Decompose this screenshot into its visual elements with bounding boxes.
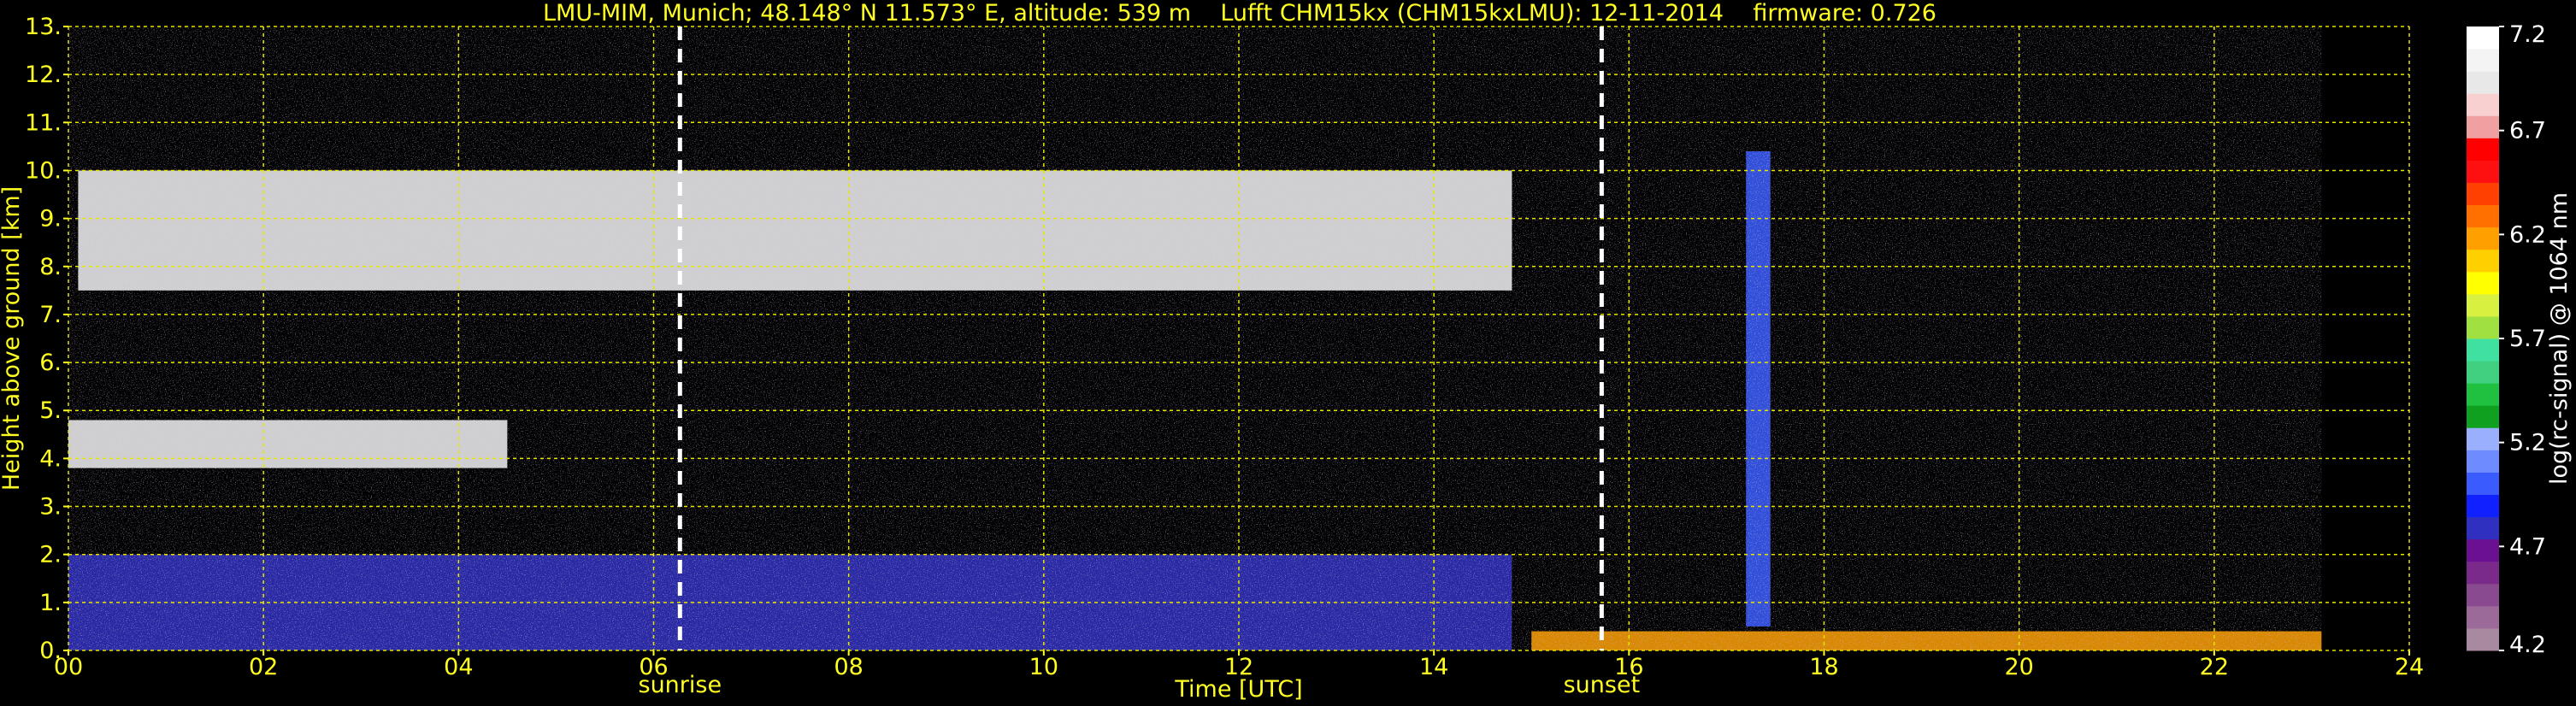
plot-area: [68, 26, 2410, 651]
lidar-chart: LMU-MIM, Munich; 48.148° N 11.573° E, al…: [0, 0, 2573, 703]
y-tick-label: 8.: [39, 254, 62, 280]
colorbar-segment: [2467, 249, 2499, 273]
colorbar: [2467, 26, 2499, 651]
colorbar-segment: [2467, 583, 2499, 607]
y-tick-label: 3.: [39, 494, 62, 521]
colorbar-segment: [2467, 227, 2499, 250]
y-tick-label: 0.: [39, 638, 62, 664]
colorbar-segment: [2467, 361, 2499, 384]
y-tick-label: 5.: [39, 397, 62, 424]
y-tick-label: 9.: [39, 206, 62, 232]
x-tick-label: 20: [2004, 654, 2033, 680]
colorbar-tick-label: 7.2: [2509, 21, 2546, 48]
colorbar-segment: [2467, 494, 2499, 518]
x-tick-label: 02: [249, 654, 278, 680]
x-tick-label: 10: [1029, 654, 1058, 680]
noise-overlay: [68, 26, 2322, 650]
colorbar-segment: [2467, 450, 2499, 473]
chart-title: LMU-MIM, Munich; 48.148° N 11.573° E, al…: [543, 0, 1936, 26]
colorbar-segment: [2467, 516, 2499, 540]
colorbar-segment: [2467, 427, 2499, 450]
colorbar-tick-label: 5.2: [2509, 430, 2546, 456]
event-label-sunset: sunset: [1564, 672, 1641, 698]
colorbar-segment: [2467, 605, 2499, 629]
x-tick-label: 14: [1419, 654, 1448, 680]
colorbar-segment: [2467, 338, 2499, 362]
colorbar-segment: [2467, 405, 2499, 428]
colorbar-segment: [2467, 293, 2499, 317]
y-axis-label: Height above ground [km]: [0, 186, 25, 491]
x-tick-label: 04: [444, 654, 473, 680]
colorbar-segment: [2467, 561, 2499, 585]
colorbar-segment: [2467, 204, 2499, 228]
y-tick-label: 6.: [39, 350, 62, 376]
colorbar-segment: [2467, 26, 2499, 50]
x-axis-label: Time [UTC]: [1174, 676, 1302, 703]
colorbar-segment: [2467, 627, 2499, 651]
colorbar-tick-label: 4.2: [2509, 632, 2546, 658]
x-tick-label: 22: [2200, 654, 2229, 680]
x-tick-label: 24: [2395, 654, 2424, 680]
colorbar-ticks: 4.2 4.7 5.2 5.7 6.2 6.7 7.2: [2499, 21, 2546, 658]
colorbar-segment: [2467, 115, 2499, 138]
y-tick-label: 7.: [39, 302, 62, 328]
colorbar-segment: [2467, 315, 2499, 339]
colorbar-tick-label: 5.7: [2509, 326, 2546, 352]
colorbar-segment: [2467, 138, 2499, 161]
y-axis-ticks: 0. 1. 2. 3. 4. 5. 6. 7. 8. 9. 10. 11. 12. 13.: [25, 14, 68, 664]
y-tick-label: 1.: [39, 590, 62, 616]
colorbar-tick-label: 6.2: [2509, 221, 2546, 248]
x-tick-label: 08: [834, 654, 863, 680]
colorbar-segment: [2467, 383, 2499, 406]
y-tick-label: 12.: [25, 62, 62, 88]
colorbar-segment: [2467, 71, 2499, 94]
colorbar-tick-label: 6.7: [2509, 118, 2546, 144]
colorbar-segment: [2467, 472, 2499, 495]
colorbar-segment: [2467, 271, 2499, 295]
y-tick-label: 2.: [39, 542, 62, 568]
colorbar-segment: [2467, 538, 2499, 562]
colorbar-segment: [2467, 49, 2499, 72]
y-tick-label: 13.: [25, 14, 62, 40]
colorbar-segment: [2467, 93, 2499, 116]
y-tick-label: 10.: [25, 157, 62, 184]
colorbar-segment: [2467, 160, 2499, 183]
x-tick-label: 18: [1809, 654, 1838, 680]
colorbar-segment: [2467, 182, 2499, 206]
colorbar-label: log(rc-signal) @ 1064 nm: [2546, 192, 2573, 485]
event-label-sunrise: sunrise: [639, 672, 722, 698]
y-tick-label: 11.: [25, 109, 62, 136]
y-tick-label: 4.: [39, 445, 62, 472]
colorbar-tick-label: 4.7: [2509, 533, 2546, 560]
